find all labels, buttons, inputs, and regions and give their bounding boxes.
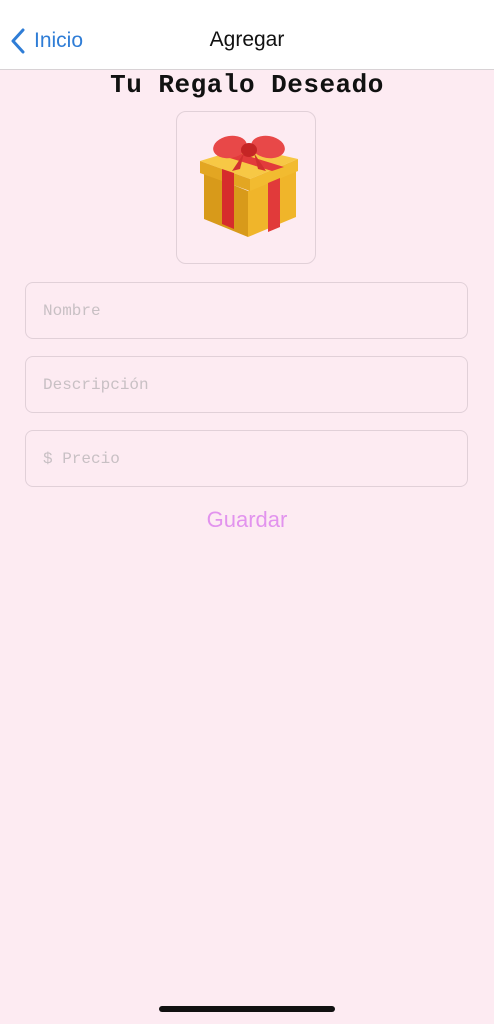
price-input[interactable] xyxy=(25,430,468,487)
navigation-bar: Inicio Agregar xyxy=(0,0,494,70)
name-input[interactable] xyxy=(25,282,468,339)
description-input[interactable] xyxy=(25,356,468,413)
home-indicator xyxy=(159,1006,335,1012)
wrapped-gift-icon xyxy=(192,131,300,244)
page-title: Tu Regalo Deseado xyxy=(110,70,384,100)
gift-image-picker[interactable] xyxy=(176,111,316,264)
nav-title: Agregar xyxy=(209,28,285,51)
save-button[interactable]: Guardar xyxy=(0,506,494,534)
